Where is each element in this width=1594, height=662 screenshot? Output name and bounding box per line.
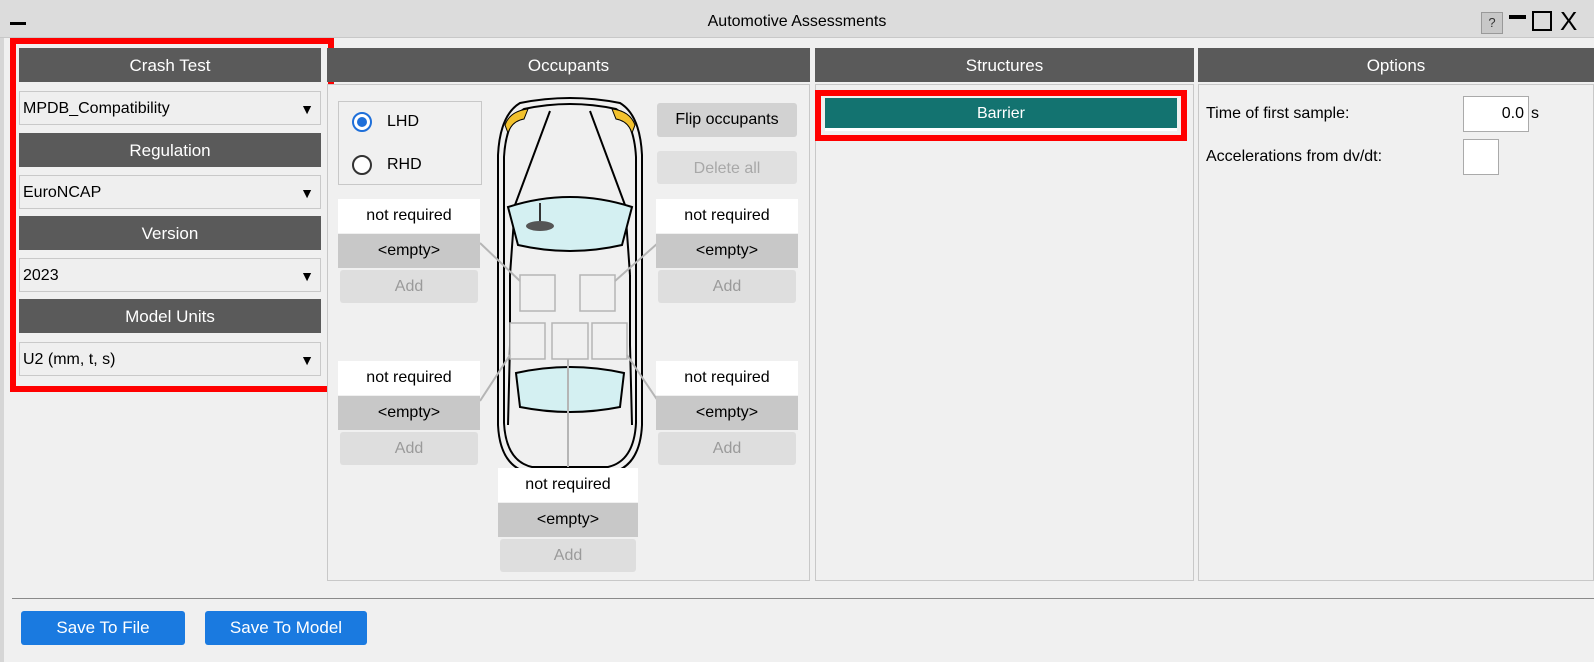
lhd-radio[interactable]: [352, 112, 372, 132]
rhd-radio[interactable]: [352, 155, 372, 175]
occupant-rear-left-value[interactable]: <empty>: [338, 396, 480, 430]
occupants-header: Occupants: [327, 48, 810, 82]
delete-all-button[interactable]: Delete all: [657, 151, 797, 184]
left-window-edge: [0, 38, 4, 662]
seat-rear-right: [591, 322, 628, 360]
occupant-rear-left-status: not required: [338, 361, 480, 395]
save-to-model-button[interactable]: Save To Model: [205, 611, 367, 645]
seat-rear-center: [551, 322, 589, 360]
occupant-rear-center-add-button[interactable]: Add: [500, 539, 636, 572]
maximize-icon[interactable]: [1532, 11, 1552, 31]
occupant-rear-center-value[interactable]: <empty>: [498, 503, 638, 537]
rhd-label: RHD: [387, 156, 422, 173]
minimize-icon[interactable]: [1509, 15, 1526, 19]
occupant-front-left-add-button[interactable]: Add: [340, 270, 478, 303]
flip-occupants-button[interactable]: Flip occupants: [657, 103, 797, 137]
occupant-front-right-add-button[interactable]: Add: [658, 270, 796, 303]
headlight-right: [611, 108, 636, 135]
occupant-front-left-status: not required: [338, 199, 480, 233]
headlight-left: [504, 108, 529, 135]
help-button[interactable]: ?: [1481, 12, 1503, 34]
seat-front-right: [579, 274, 616, 312]
save-to-file-button[interactable]: Save To File: [21, 611, 185, 645]
occupant-front-right-status: not required: [656, 199, 798, 233]
close-icon[interactable]: X: [1560, 6, 1577, 36]
occupant-front-left-value[interactable]: <empty>: [338, 234, 480, 268]
accel-label: Accelerations from dv/dt:: [1206, 148, 1383, 165]
accel-checkbox[interactable]: [1463, 139, 1499, 175]
structures-header: Structures: [815, 48, 1194, 82]
occupant-rear-right-value[interactable]: <empty>: [656, 396, 798, 430]
options-header: Options: [1198, 48, 1594, 82]
footer-divider: [12, 598, 1594, 599]
rear-window: [514, 366, 626, 413]
seat-front-left: [519, 274, 556, 312]
occupant-rear-left-add-button[interactable]: Add: [340, 432, 478, 465]
structure-highlight: [815, 90, 1187, 141]
occupant-front-right-value[interactable]: <empty>: [656, 234, 798, 268]
first-sample-label: Time of first sample:: [1206, 105, 1350, 122]
windscreen: [506, 196, 634, 252]
occupant-rear-right-status: not required: [656, 361, 798, 395]
seat-rear-left: [509, 322, 546, 360]
first-sample-unit: s: [1531, 105, 1539, 122]
structures-panel: [815, 84, 1194, 581]
occupant-rear-right-add-button[interactable]: Add: [658, 432, 796, 465]
car-diagram: [480, 97, 659, 474]
crash-panel-highlight: [10, 38, 334, 392]
first-sample-input[interactable]: 0.0: [1463, 96, 1529, 132]
occupant-rear-center-status: not required: [498, 468, 638, 502]
lhd-label: LHD: [387, 113, 420, 130]
window-title: Automotive Assessments: [707, 13, 887, 30]
